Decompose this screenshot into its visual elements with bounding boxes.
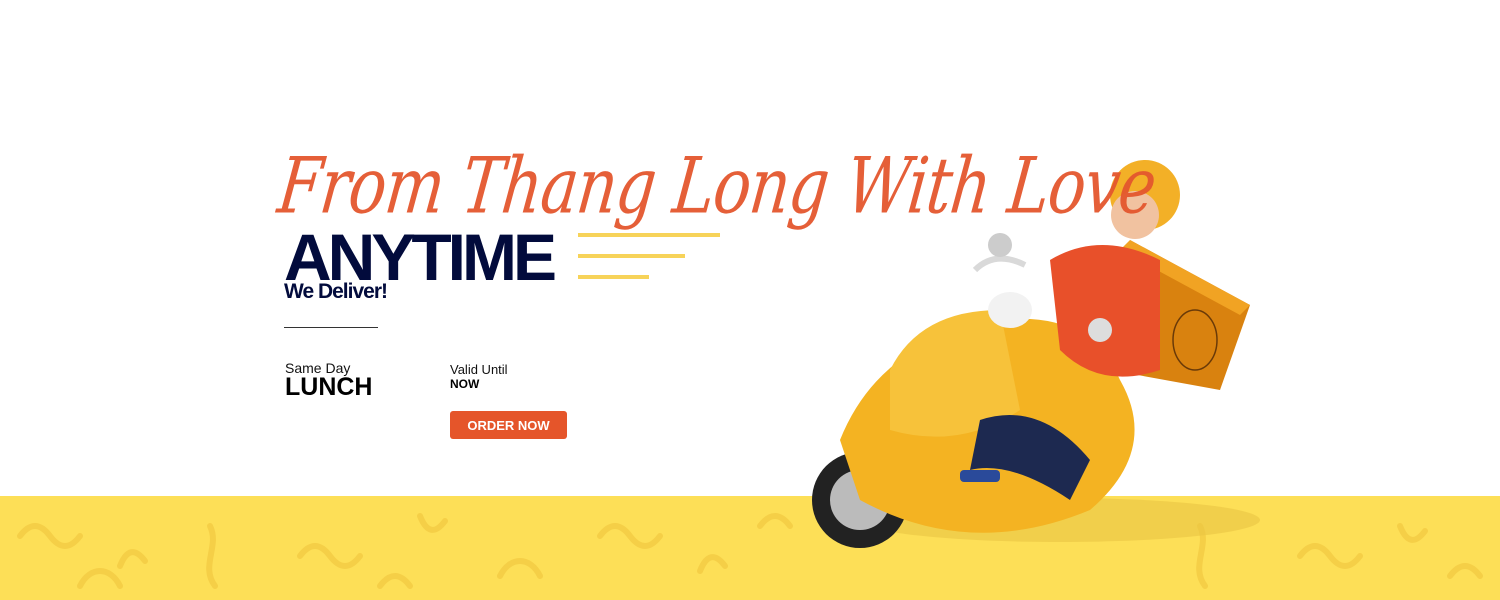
script-title: From Thang Long With Love	[273, 140, 1161, 232]
headline: ANYTIME	[284, 220, 557, 294]
divider	[284, 327, 378, 328]
meal-label: LUNCH	[285, 373, 373, 401]
order-now-button[interactable]: ORDER NOW	[450, 411, 567, 439]
valid-until-value: NOW	[450, 377, 480, 391]
squiggle-pattern	[17, 513, 1483, 589]
valid-until-label: Valid Until	[450, 362, 508, 377]
yellow-pattern-band	[0, 496, 1500, 600]
